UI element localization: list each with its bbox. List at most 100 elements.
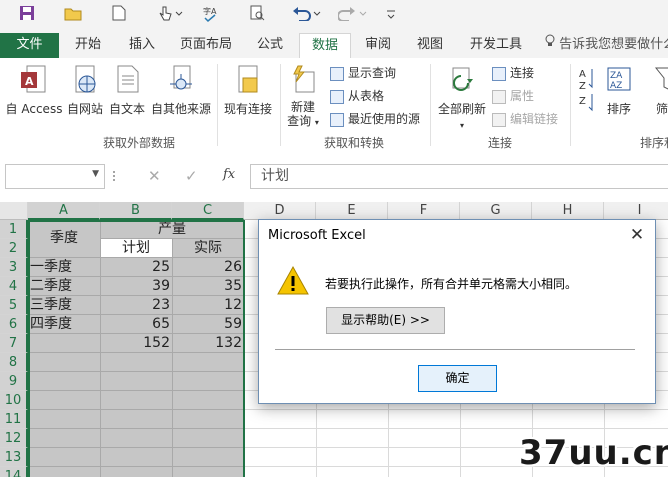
sort-az-button[interactable]: AZZ xyxy=(578,66,598,116)
column-header[interactable]: E xyxy=(316,202,388,220)
from-access-button[interactable]: A 自 Access xyxy=(5,64,63,117)
tab-home[interactable]: 开始 xyxy=(66,33,110,58)
sort-label: 排序 xyxy=(606,102,631,116)
from-text-button[interactable]: 自文本 xyxy=(107,64,147,117)
tab-file[interactable]: 文件 xyxy=(0,33,59,58)
column-header[interactable]: A xyxy=(28,202,100,220)
ok-button[interactable]: 确定 xyxy=(418,365,497,392)
tab-page-layout[interactable]: 页面布局 xyxy=(172,33,240,58)
filter-icon xyxy=(652,64,668,96)
tab-formulas[interactable]: 公式 xyxy=(248,33,292,58)
svg-text:A: A xyxy=(25,75,34,88)
tell-me-box[interactable]: 告诉我您想要做什么 xyxy=(545,33,668,58)
column-header[interactable]: D xyxy=(244,202,316,220)
properties-button[interactable]: 属性 xyxy=(492,86,534,106)
row-header[interactable]: 7 xyxy=(0,334,28,353)
other-sources-icon xyxy=(166,64,196,96)
recent-sources-button[interactable]: 最近使用的源 xyxy=(330,109,420,129)
row-header[interactable]: 9 xyxy=(0,372,28,391)
name-box[interactable]: ▼ xyxy=(5,164,105,189)
connections-button[interactable]: 连接 xyxy=(492,63,534,83)
dropdown-arrow-icon: ▾ xyxy=(314,118,319,127)
web-icon xyxy=(70,64,100,96)
tab-developer[interactable]: 开发工具 xyxy=(462,33,530,58)
group-label-sort: 排序和 xyxy=(640,136,668,150)
insert-function-icon[interactable]: fx xyxy=(223,167,235,182)
existing-connections-button[interactable]: 现有连接 xyxy=(220,64,276,117)
table-icon xyxy=(330,89,344,104)
column-header[interactable]: H xyxy=(532,202,604,220)
name-box-dropdown-icon[interactable]: ▼ xyxy=(92,169,99,179)
svg-text:Z: Z xyxy=(579,81,586,92)
edit-links-button[interactable]: 编辑链接 xyxy=(492,109,558,129)
open-folder-icon[interactable] xyxy=(62,5,84,27)
sort-button[interactable]: ZA AZ 排序 xyxy=(603,64,635,117)
row-header[interactable]: 13 xyxy=(0,448,28,467)
filter-button[interactable]: 筛 xyxy=(652,64,668,117)
column-header[interactable]: C xyxy=(172,202,244,220)
customize-qat-icon[interactable] xyxy=(380,5,402,27)
tab-view[interactable]: 视图 xyxy=(408,33,452,58)
row-header[interactable]: 10 xyxy=(0,391,28,410)
quick-access-toolbar: 字A xyxy=(0,0,668,34)
from-table-button[interactable]: 从表格 xyxy=(330,86,384,106)
print-preview-icon[interactable] xyxy=(246,5,268,27)
tell-me-text: 告诉我您想要做什么 xyxy=(559,37,668,52)
svg-text:字A: 字A xyxy=(203,6,217,16)
new-query-label-1: 新建 xyxy=(290,100,315,114)
tab-data[interactable]: 数据 xyxy=(299,33,351,60)
row-header[interactable]: 6 xyxy=(0,315,28,334)
new-file-icon[interactable] xyxy=(108,5,130,27)
show-queries-button[interactable]: 显示查询 xyxy=(330,63,396,83)
select-all-corner[interactable] xyxy=(0,202,28,220)
column-header[interactable]: G xyxy=(460,202,532,220)
row-header[interactable]: 2 xyxy=(0,239,28,258)
from-other-label: 自其他来源 xyxy=(150,102,211,116)
svg-text:AZ: AZ xyxy=(610,81,622,91)
close-icon[interactable]: ✕ xyxy=(623,223,651,247)
row-header[interactable]: 3 xyxy=(0,258,28,277)
group-label-connections: 连接 xyxy=(488,136,513,150)
row-header[interactable]: 8 xyxy=(0,353,28,372)
row-header[interactable]: 5 xyxy=(0,296,28,315)
new-query-button[interactable]: 新建 查询 ▾ xyxy=(284,64,322,130)
column-header[interactable]: B xyxy=(100,202,172,220)
cancel-icon[interactable]: ✕ xyxy=(148,167,161,185)
show-help-button[interactable]: 显示帮助(E) >> xyxy=(326,307,445,334)
refresh-all-button[interactable]: 全部刷新 ▾ xyxy=(436,64,488,131)
column-header[interactable]: F xyxy=(388,202,460,220)
from-web-label: 自网站 xyxy=(66,102,103,116)
edit-links-label: 编辑链接 xyxy=(510,112,559,126)
from-web-button[interactable]: 自网站 xyxy=(65,64,105,117)
refresh-all-label: 全部刷新 xyxy=(437,102,486,116)
row-header[interactable]: 1 xyxy=(0,220,28,239)
column-header[interactable]: I xyxy=(604,202,668,220)
row-header[interactable]: 14 xyxy=(0,467,28,477)
new-query-label-2: 查询 xyxy=(287,114,312,128)
properties-label: 属性 xyxy=(510,89,535,103)
edit-links-icon xyxy=(492,112,506,127)
group-separator xyxy=(430,64,431,146)
enter-icon[interactable]: ✓ xyxy=(185,167,198,185)
from-text-label: 自文本 xyxy=(108,102,145,116)
formula-input[interactable]: 计划 xyxy=(250,164,668,189)
row-header[interactable]: 4 xyxy=(0,277,28,296)
text-file-icon xyxy=(112,64,142,96)
tab-review[interactable]: 审阅 xyxy=(356,33,400,58)
redo-icon[interactable] xyxy=(336,5,370,27)
group-separator xyxy=(280,64,281,146)
touch-mode-icon[interactable] xyxy=(154,5,186,27)
from-other-sources-button[interactable]: 自其他来源 xyxy=(149,64,213,117)
sort-az-icon: AZZ xyxy=(579,69,593,112)
filter-label: 筛 xyxy=(655,102,668,116)
save-icon[interactable] xyxy=(16,5,38,27)
lightbulb-icon xyxy=(545,33,555,57)
spelling-icon[interactable]: 字A xyxy=(200,5,222,27)
ribbon-tab-bar: 文件 开始 插入 页面布局 公式 数据 审阅 视图 开发工具 告诉我您想要做什么 xyxy=(0,33,668,60)
row-header[interactable]: 11 xyxy=(0,410,28,429)
undo-icon[interactable] xyxy=(290,5,324,27)
row-header[interactable]: 12 xyxy=(0,429,28,448)
connections-icon xyxy=(492,66,506,81)
svg-text:ZA: ZA xyxy=(610,71,623,81)
tab-insert[interactable]: 插入 xyxy=(120,33,164,58)
